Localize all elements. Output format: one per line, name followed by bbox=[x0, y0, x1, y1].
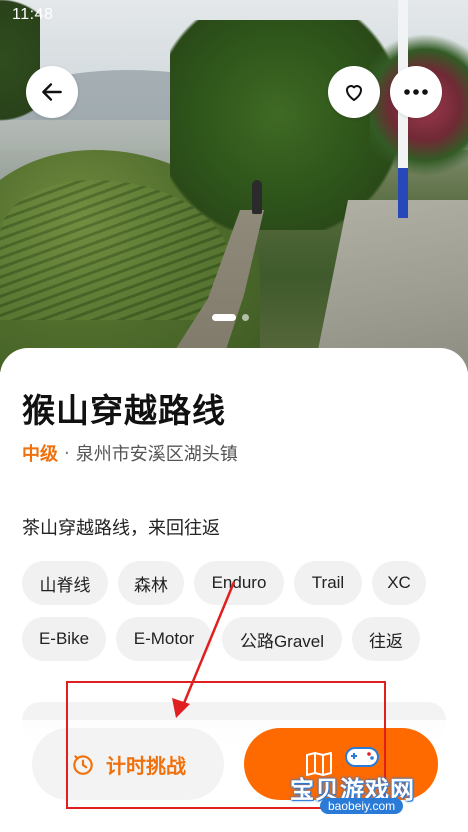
tag-chip[interactable]: 森林 bbox=[118, 561, 184, 605]
hero-pole-stripe bbox=[398, 168, 408, 218]
status-time: 11:48 bbox=[12, 6, 54, 23]
route-description: 茶山穿越路线，来回往返 bbox=[22, 518, 220, 539]
difficulty-level: 中级 bbox=[22, 444, 58, 465]
tag-chip[interactable]: E-Bike bbox=[22, 617, 106, 661]
watermark: 宝贝游戏网 baobeiy.com bbox=[282, 730, 442, 820]
ellipsis-icon bbox=[404, 89, 428, 95]
tag-chip[interactable]: 往返 bbox=[352, 617, 420, 661]
tag-chip[interactable]: E-Motor bbox=[116, 617, 212, 661]
carousel-dot[interactable] bbox=[242, 314, 249, 321]
hero-rider bbox=[252, 180, 262, 214]
back-button[interactable] bbox=[26, 66, 78, 118]
carousel-dot-active[interactable] bbox=[212, 314, 236, 321]
tag-chip[interactable]: 山脊线 bbox=[22, 561, 108, 605]
more-button[interactable] bbox=[390, 66, 442, 118]
route-meta: 中级 · 泉州市安溪区湖头镇 bbox=[22, 440, 238, 466]
meta-separator: · bbox=[64, 442, 70, 464]
favorite-button[interactable] bbox=[328, 66, 380, 118]
tag-chip[interactable]: 公路Gravel bbox=[222, 617, 342, 661]
route-title: 猴山穿越路线 bbox=[22, 391, 226, 430]
carousel-indicator bbox=[212, 314, 249, 321]
gamepad-logo-icon bbox=[345, 747, 379, 767]
arrow-left-icon bbox=[42, 83, 62, 101]
heart-outline-icon bbox=[346, 85, 362, 101]
tag-chip[interactable]: XC bbox=[372, 561, 426, 605]
tag-chip[interactable]: Trail bbox=[294, 561, 362, 605]
watermark-url: baobeiy.com bbox=[320, 798, 404, 814]
route-location: 泉州市安溪区湖头镇 bbox=[75, 444, 238, 465]
tag-chip[interactable]: Enduro bbox=[194, 561, 284, 605]
